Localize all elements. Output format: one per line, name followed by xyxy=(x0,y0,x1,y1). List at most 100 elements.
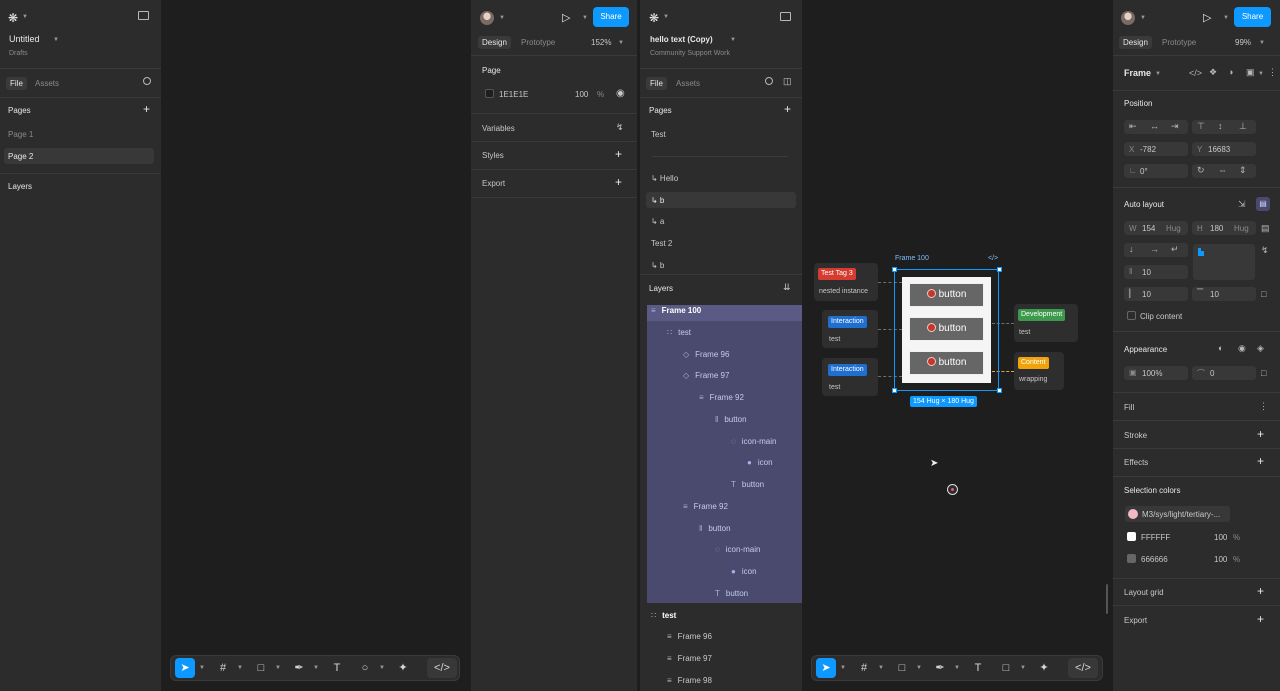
add-layout-grid-icon[interactable]: + xyxy=(1257,584,1264,598)
layer-row[interactable]: ≡ Frame 96 xyxy=(667,632,712,641)
layer-row[interactable]: ● icon xyxy=(731,567,757,576)
scrollbar[interactable] xyxy=(1106,584,1108,614)
radius-input[interactable]: ⌒ 0 xyxy=(1192,366,1256,380)
annotation-card[interactable]: Content wrapping xyxy=(1014,352,1064,390)
page-item-selected[interactable]: Page 2 xyxy=(4,148,154,164)
w-value[interactable]: 154 xyxy=(1142,224,1155,233)
opacity-value[interactable]: 100% xyxy=(1142,369,1162,378)
rectangle-tool-icon[interactable]: □ xyxy=(892,658,912,678)
layer-row[interactable]: ● icon xyxy=(747,458,773,467)
add-style-icon[interactable]: + xyxy=(615,147,622,161)
resize-handle[interactable] xyxy=(997,388,1002,393)
layer-row[interactable]: ◇ Frame 97 xyxy=(683,371,729,380)
layer-row[interactable]: ≡ Frame 92 xyxy=(683,502,728,511)
tab-design[interactable]: Design xyxy=(1119,36,1152,49)
resize-mode-icon[interactable]: ▤ xyxy=(1261,223,1270,234)
frame-tool-icon[interactable]: # xyxy=(213,658,233,678)
vertical-padding-input[interactable]: ▔ 10 xyxy=(1192,287,1256,301)
page-item-hover[interactable] xyxy=(646,192,796,208)
w-hug[interactable]: Hug xyxy=(1166,224,1181,233)
radius-value[interactable]: 0 xyxy=(1210,369,1214,378)
actions-icon[interactable]: ✦ xyxy=(1034,658,1054,678)
dev-mode-icon[interactable]: </> xyxy=(1068,658,1098,678)
layer-row[interactable]: ≡ Frame 98 xyxy=(667,676,712,685)
gap-value[interactable]: 10 xyxy=(1142,268,1151,277)
page-item[interactable]: ↳ Hello xyxy=(651,174,678,183)
avatar[interactable] xyxy=(480,11,494,25)
tab-file[interactable]: File xyxy=(6,77,27,90)
color-opacity[interactable]: 100 xyxy=(1214,533,1227,542)
auto-layout-toggle-icon[interactable]: ▤ xyxy=(1256,197,1270,211)
zoom-level[interactable]: 152% xyxy=(591,38,611,47)
opacity-input[interactable]: ▣ 100% xyxy=(1124,366,1188,380)
independent-corners-icon[interactable]: □ xyxy=(1261,368,1266,378)
dev-mode-icon[interactable]: </> xyxy=(427,658,457,678)
actions-icon[interactable]: ✦ xyxy=(393,658,413,678)
layer-row[interactable]: ≡ Frame 97 xyxy=(667,654,712,663)
y-input[interactable]: Y 16683 xyxy=(1192,142,1256,156)
present-icon[interactable]: ▷ xyxy=(1203,11,1211,24)
layer-row[interactable]: ≡ Frame 92 xyxy=(699,393,744,402)
file-name[interactable]: hello text (Copy) xyxy=(650,35,713,44)
layer-row[interactable]: ◇ Frame 96 xyxy=(683,350,729,359)
annotation-card[interactable]: Interaction test xyxy=(822,358,878,396)
text-tool-icon[interactable]: T xyxy=(968,658,988,678)
color-swatch[interactable] xyxy=(1128,509,1138,519)
resize-handle[interactable] xyxy=(892,388,897,393)
width-input[interactable]: W 154 Hug xyxy=(1124,221,1188,235)
add-stroke-icon[interactable]: + xyxy=(1257,427,1264,441)
annotation-card[interactable]: Interaction test xyxy=(822,310,878,348)
advanced-layout-icon[interactable]: ↯ xyxy=(1261,245,1269,256)
add-export-icon[interactable]: + xyxy=(1257,612,1264,626)
rotation-value[interactable]: 0° xyxy=(1140,167,1148,176)
color-hex[interactable]: 666666 xyxy=(1141,555,1168,564)
layer-row[interactable]: ◌ icon-main xyxy=(731,437,776,446)
add-page-icon[interactable]: + xyxy=(143,102,150,116)
avatar[interactable] xyxy=(1121,11,1135,25)
frame-label[interactable]: Frame 100 xyxy=(895,255,929,262)
eye-icon[interactable]: ◉ xyxy=(1238,343,1246,354)
collapse-layers-icon[interactable]: ⇊ xyxy=(783,282,791,293)
more-icon[interactable]: ⋮ xyxy=(1268,67,1277,78)
add-export-icon[interactable]: + xyxy=(615,175,622,189)
tab-design[interactable]: Design xyxy=(478,36,511,49)
wrap-icon[interactable]: ↵ xyxy=(1171,244,1179,255)
page-item[interactable]: Test xyxy=(651,130,666,139)
page-opacity[interactable]: 100 xyxy=(575,90,588,99)
vertical-direction-icon[interactable]: ↓ xyxy=(1129,244,1134,254)
page-item[interactable]: Page 1 xyxy=(8,130,153,142)
layer-row[interactable]: ∷ test xyxy=(651,611,676,620)
tab-prototype[interactable]: Prototype xyxy=(521,38,555,47)
frame-title[interactable]: Frame xyxy=(1124,68,1151,78)
h-value[interactable]: 180 xyxy=(1210,224,1223,233)
pen-tool-icon[interactable]: ✒ xyxy=(289,658,309,678)
x-value[interactable]: -782 xyxy=(1140,145,1156,154)
pen-tool-icon[interactable]: ✒ xyxy=(930,658,950,678)
boolean-icon[interactable]: ▣ xyxy=(1246,67,1255,78)
eye-icon[interactable]: ◉ xyxy=(616,88,625,99)
fill-more-icon[interactable]: ⋮ xyxy=(1259,401,1268,412)
move-tool-icon[interactable]: ➤ xyxy=(175,658,195,678)
color-swatch[interactable] xyxy=(1127,532,1136,541)
search-icon[interactable] xyxy=(765,77,773,85)
flip-horizontal-icon[interactable]: ⇔ xyxy=(1218,165,1227,175)
rotate-icon[interactable]: ↻ xyxy=(1197,165,1205,176)
tab-assets[interactable]: Assets xyxy=(676,79,700,88)
mask-icon[interactable]: ◑ xyxy=(1228,67,1233,77)
figma-menu-icon[interactable]: ❋ xyxy=(8,11,18,25)
align-top-icon[interactable]: ⊤ xyxy=(1197,121,1205,132)
code-icon[interactable]: </> xyxy=(988,255,998,262)
variable-mode-icon[interactable]: ◐ xyxy=(1218,343,1223,353)
share-button[interactable]: Share xyxy=(1234,7,1271,27)
flip-vertical-icon[interactable]: ⇕ xyxy=(1239,165,1247,176)
share-button[interactable]: Share xyxy=(593,7,629,27)
zoom-level[interactable]: 99% xyxy=(1235,38,1251,47)
page-color-swatch[interactable] xyxy=(485,89,494,98)
text-tool-icon[interactable]: T xyxy=(327,658,347,678)
sidebar-toggle-icon[interactable] xyxy=(780,12,791,21)
rotation-input[interactable]: ∟ 0° xyxy=(1124,164,1188,178)
x-input[interactable]: X -782 xyxy=(1124,142,1188,156)
add-effect-icon[interactable]: + xyxy=(1257,454,1264,468)
layer-row[interactable]: ‖ button xyxy=(699,524,731,533)
gap-input[interactable]: ‖ 10 xyxy=(1124,265,1188,279)
